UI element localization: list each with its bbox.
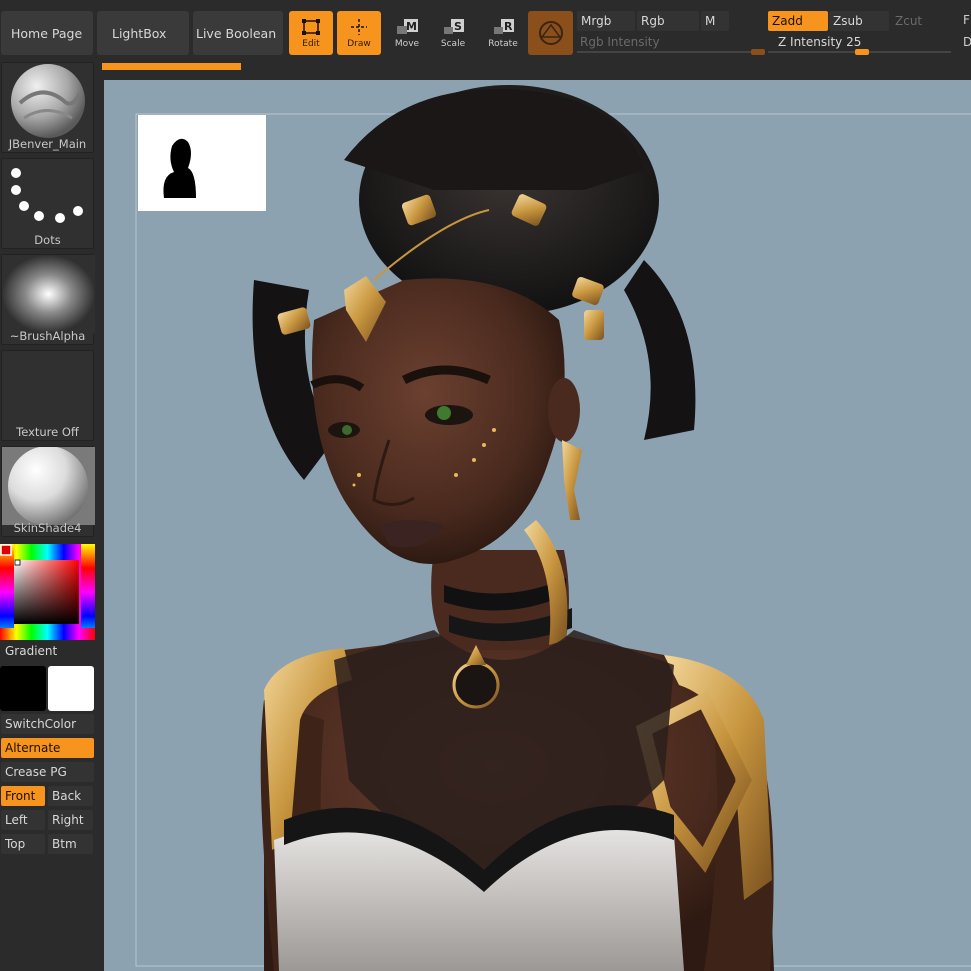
home-page-button[interactable]: Home Page: [1, 11, 93, 55]
zsub-button[interactable]: Zsub: [829, 11, 889, 31]
color-picker[interactable]: [0, 544, 95, 640]
crease-pg-button[interactable]: Crease PG: [1, 762, 94, 782]
live-boolean-button[interactable]: Live Boolean: [193, 11, 283, 55]
material-sphere-icon: [2, 447, 95, 525]
z-intensity-value: 25: [846, 35, 862, 49]
rgb-intensity-knob[interactable]: [751, 49, 765, 55]
top-toolbar: Home Page LightBox Live Boolean Edit Dra…: [0, 0, 971, 60]
sculpt-model[interactable]: [104, 80, 971, 971]
rgb-intensity-label: Rgb Intensity: [580, 35, 660, 49]
move-label: Move: [394, 39, 420, 49]
zcut-button[interactable]: Zcut: [891, 11, 951, 31]
rgb-intensity-slider[interactable]: [577, 51, 765, 53]
draw-button[interactable]: Draw: [337, 11, 381, 55]
scale-button[interactable]: S Scale: [431, 11, 475, 55]
stroke-name: Dots: [34, 233, 61, 247]
svg-text:M: M: [406, 20, 417, 33]
gradient-button[interactable]: Gradient: [1, 641, 94, 661]
rotate-icon: R: [494, 19, 514, 34]
svg-text:S: S: [454, 20, 462, 33]
back-view-button[interactable]: Back: [48, 786, 93, 806]
lightbox-button[interactable]: LightBox: [97, 11, 189, 55]
move-icon: M: [397, 19, 418, 34]
z-intensity-text: Z Intensity: [778, 35, 843, 49]
alternate-button[interactable]: Alternate: [1, 738, 94, 758]
top-view-button[interactable]: Top: [1, 834, 45, 854]
draw-label: Draw: [347, 39, 371, 49]
move-button[interactable]: M Move: [385, 11, 429, 55]
switch-color-button[interactable]: SwitchColor: [1, 714, 94, 734]
front-view-button[interactable]: Front: [1, 786, 45, 806]
rgb-button[interactable]: Rgb: [637, 11, 699, 31]
draw-icon: [351, 19, 367, 35]
left-view-button[interactable]: Left: [1, 810, 45, 830]
m-button[interactable]: M: [701, 11, 729, 31]
edit-button[interactable]: Edit: [289, 11, 333, 55]
stroke-selector[interactable]: Dots: [1, 158, 94, 249]
secondary-color-swatch[interactable]: [48, 666, 94, 711]
rotate-button[interactable]: R Rotate: [481, 11, 525, 55]
dots-stroke-icon: [11, 168, 83, 223]
texture-name: Texture Off: [16, 425, 79, 439]
material-name: SkinShade4: [13, 521, 82, 535]
edit-label: Edit: [302, 39, 320, 49]
material-selector[interactable]: SkinShade4: [1, 446, 95, 537]
main-color-swatch[interactable]: [0, 666, 46, 711]
scale-label: Scale: [440, 39, 466, 49]
z-intensity-label: Z Intensity 25: [778, 35, 861, 49]
z-intensity-knob[interactable]: [855, 49, 869, 55]
left-shelf: JBenver_Main Dots ~BrushAlpha Texture Of…: [0, 60, 97, 971]
focal-shift-label-cut: F: [963, 13, 970, 27]
brush-selector[interactable]: JBenver_Main: [1, 62, 94, 153]
right-view-button[interactable]: Right: [48, 810, 93, 830]
edit-icon: [302, 19, 320, 35]
rotate-label: Rotate: [488, 39, 518, 49]
alpha-name: ~BrushAlpha: [9, 329, 86, 343]
texture-selector[interactable]: Texture Off: [1, 350, 94, 441]
navigation-thumbnail[interactable]: [138, 115, 266, 211]
zadd-button[interactable]: Zadd: [768, 11, 828, 31]
sculptris-icon: [538, 21, 563, 45]
sculptris-pro-button[interactable]: [528, 11, 573, 55]
brush-alpha-icon: [2, 255, 95, 333]
draw-size-label-cut: D: [963, 35, 971, 49]
bottom-view-button[interactable]: Btm: [48, 834, 93, 854]
color-wheel-icon[interactable]: [0, 544, 95, 640]
svg-text:R: R: [504, 20, 513, 33]
document-canvas[interactable]: [104, 80, 971, 971]
scale-icon: S: [444, 19, 464, 34]
brush-name: JBenver_Main: [8, 137, 87, 151]
mrgb-button[interactable]: Mrgb: [577, 11, 635, 31]
alpha-selector[interactable]: ~BrushAlpha: [1, 254, 95, 345]
brush-preview-icon: [11, 64, 85, 138]
progress-bar: [102, 63, 241, 70]
